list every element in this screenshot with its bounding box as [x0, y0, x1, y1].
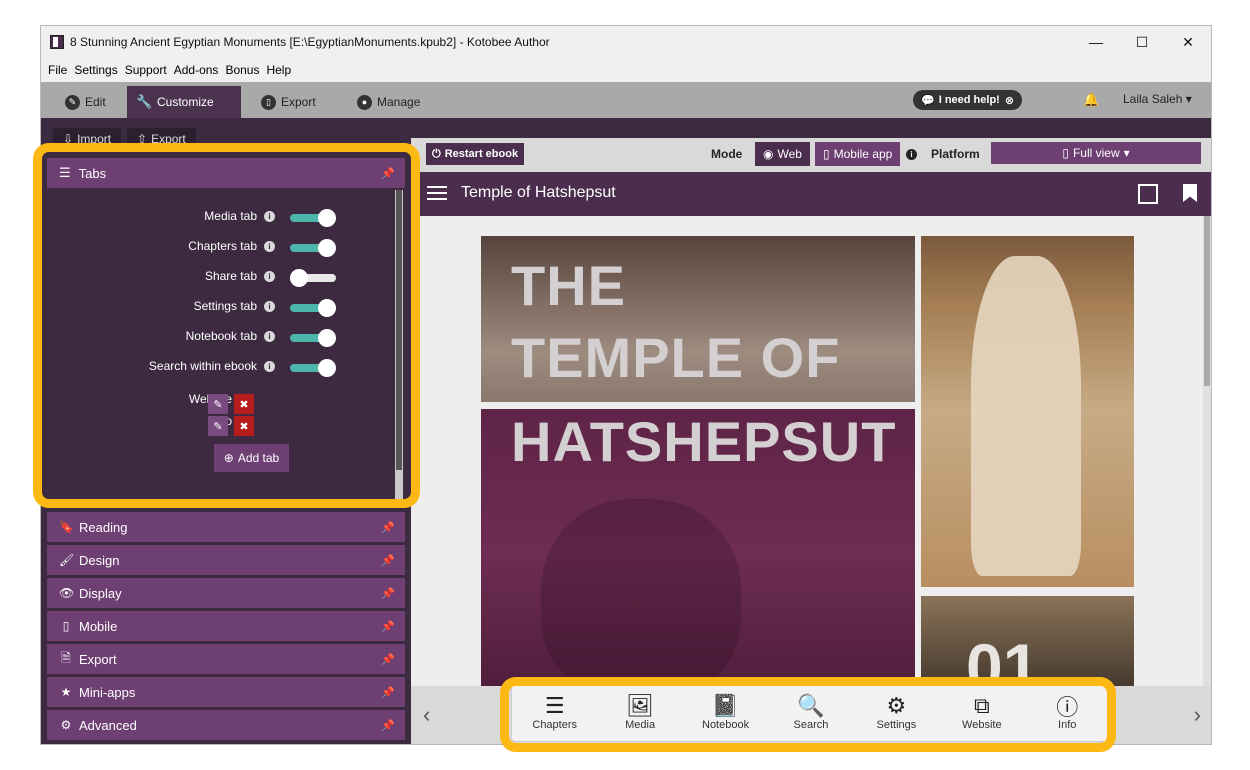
section-mini-apps[interactable]: ★ Mini-apps 📌 [47, 677, 405, 707]
menu-bar: File Settings Support Add-ons Bonus Help [41, 58, 1211, 82]
menu-support[interactable]: Support [125, 63, 167, 77]
tab-edit[interactable]: ✎ Edit [55, 86, 116, 118]
user-name: Laila Saleh [1123, 92, 1183, 106]
section-advanced[interactable]: ⚙ Advanced 📌 [47, 710, 405, 740]
section-export[interactable]: 🗎 Export 📌 [47, 644, 405, 674]
help-label: I need help! [938, 94, 1000, 106]
pin-icon[interactable]: 📌 [381, 653, 395, 666]
mobile-icon: ▯ [261, 94, 276, 110]
help-button[interactable]: 💬 I need help! ⊗ [913, 90, 1023, 110]
restart-ebook-button[interactable]: ⏻ Restart ebook [426, 143, 525, 165]
section-label: Mini-apps [79, 684, 136, 700]
close-button[interactable]: ✕ [1165, 26, 1211, 58]
app-logo-icon [50, 35, 64, 49]
menu-settings[interactable]: Settings [74, 63, 117, 77]
user-icon: ● [357, 94, 372, 110]
section-label: Reading [79, 519, 128, 535]
edit-note-icon[interactable] [1138, 184, 1158, 204]
highlight-tab-bar [500, 677, 1116, 752]
pencil-circle-icon: ✎ [65, 94, 80, 110]
heading-line-1: THE [511, 254, 626, 317]
mode-mobile-label: Mobile app [833, 147, 893, 161]
pin-icon[interactable]: 📌 [381, 620, 395, 633]
main-tab-bar: ✎ Edit 🔧 Customize ▯ Export ● Manage 💬 I… [41, 82, 1211, 118]
hatshepsut-statue-photo [921, 236, 1134, 587]
tab-manage-label: Manage [377, 95, 421, 109]
caret-down-icon: ▾ [1123, 146, 1130, 160]
mobile-icon: ▯ [1062, 146, 1069, 160]
section-reading[interactable]: 🔖 Reading 📌 [47, 512, 405, 542]
pdf-icon: 🗎 [61, 650, 71, 665]
minimize-button[interactable]: — [1073, 26, 1119, 58]
next-page-arrow-icon[interactable]: › [1194, 702, 1201, 728]
mode-mobile-app-button[interactable]: ▯ Mobile app [815, 142, 901, 166]
close-circle-icon: ⊗ [1004, 94, 1015, 107]
preview-scrollbar[interactable] [1203, 216, 1211, 686]
mode-label: Mode [711, 147, 743, 161]
mobile-icon: ▯ [823, 147, 830, 161]
chat-icon: 💬 [921, 94, 935, 107]
pin-icon[interactable]: 📌 [381, 686, 395, 699]
tab-customize-label: Customize [157, 95, 214, 109]
maximize-button[interactable]: ☐ [1119, 26, 1165, 58]
section-mobile[interactable]: ▯ Mobile 📌 [47, 611, 405, 641]
pin-icon[interactable]: 📌 [381, 719, 395, 732]
ebook-title: Temple of Hatshepsut [461, 184, 616, 201]
section-display[interactable]: 👁 Display 📌 [47, 578, 405, 608]
bookmark-icon: 🔖 [59, 520, 74, 534]
gear-icon: ⚙ [60, 718, 72, 732]
section-design[interactable]: 🖌 Design 📌 [47, 545, 405, 575]
bookmark-icon[interactable] [1183, 184, 1197, 202]
section-label: Export [79, 651, 117, 667]
restart-label: Restart ebook [444, 148, 519, 160]
tab-edit-label: Edit [85, 95, 106, 109]
mode-web-label: Web [777, 147, 802, 161]
info-icon[interactable]: i [906, 149, 917, 160]
section-label: Display [79, 585, 122, 601]
tab-export[interactable]: ▯ Export [251, 86, 326, 118]
tab-customize[interactable]: 🔧 Customize [127, 86, 241, 118]
heading-line-2: TEMPLE OF [511, 326, 841, 389]
pin-icon[interactable]: 📌 [381, 587, 395, 600]
platform-dropdown[interactable]: ▯ Full view ▾ [991, 142, 1201, 164]
heading-line-3: HATSHEPSUT [511, 410, 897, 473]
tab-export-label: Export [281, 95, 316, 109]
pin-icon[interactable]: 📌 [381, 554, 395, 567]
window-controls: — ☐ ✕ [1073, 26, 1211, 58]
wrench-icon: 🔧 [136, 94, 153, 109]
window-title: 8 Stunning Ancient Egyptian Monuments [E… [70, 35, 550, 49]
menu-add-ons[interactable]: Add-ons [174, 63, 219, 77]
platform-label: Platform [931, 147, 980, 161]
section-label: Advanced [79, 717, 137, 733]
hamburger-icon[interactable] [427, 186, 447, 202]
section-label: Mobile [79, 618, 118, 634]
pin-icon[interactable]: 📌 [381, 521, 395, 534]
prev-page-arrow-icon[interactable]: ‹ [423, 702, 430, 728]
section-label: Design [79, 552, 120, 568]
menu-bonus[interactable]: Bonus [225, 63, 259, 77]
mobile-icon: ▯ [62, 619, 70, 633]
menu-file[interactable]: File [48, 63, 67, 77]
tab-manage[interactable]: ● Manage [347, 86, 430, 118]
mode-web-button[interactable]: ◉ Web [755, 142, 810, 166]
star-icon: ★ [60, 685, 72, 699]
power-icon: ⏻ [432, 147, 441, 160]
preview-toolbar: ⏻ Restart ebook Mode ◉ Web ▯ Mobile app … [411, 138, 1211, 172]
ebook-page: THE TEMPLE OF HATSHEPSUT 01 [411, 216, 1211, 686]
title-bar: 8 Stunning Ancient Egyptian Monuments [E… [41, 26, 1211, 58]
menu-help[interactable]: Help [266, 63, 291, 77]
platform-value: Full view [1072, 146, 1120, 160]
highlight-tabs-panel [33, 143, 420, 508]
globe-icon: ◉ [763, 147, 774, 161]
preview-top-strip [411, 118, 1211, 138]
brush-icon: 🖌 [59, 553, 75, 567]
eye-icon: 👁 [59, 586, 75, 600]
user-menu[interactable]: Laila Saleh ▾ [1123, 92, 1192, 106]
ebook-preview: ⏻ Restart ebook Mode ◉ Web ▯ Mobile app … [411, 118, 1211, 744]
ebook-header: Temple of Hatshepsut [411, 172, 1211, 216]
bell-icon[interactable]: 🔔 [1083, 92, 1099, 108]
